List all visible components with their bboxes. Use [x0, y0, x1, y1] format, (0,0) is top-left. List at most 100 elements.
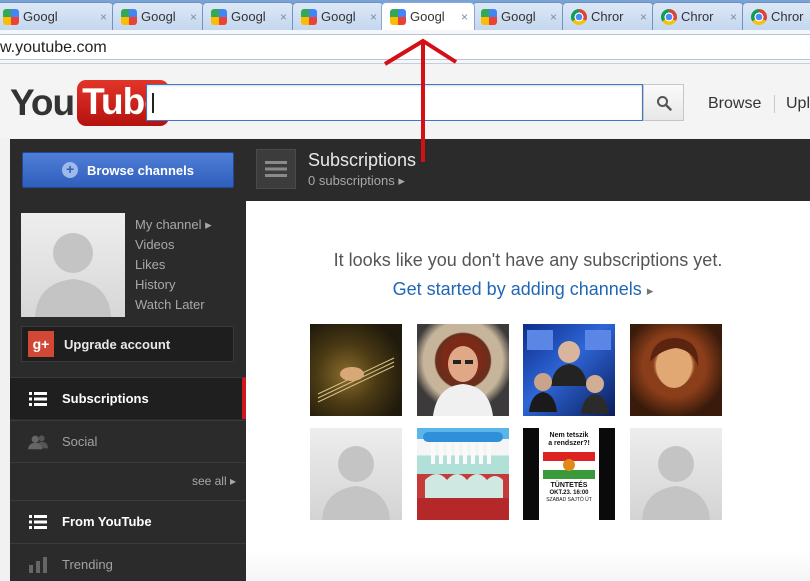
google-icon [301, 8, 317, 25]
poster-line: TÜNTETÉS [550, 482, 588, 489]
browser-tab[interactable]: Googl × [112, 2, 204, 30]
empty-state-message: It looks like you don't have any subscri… [333, 250, 723, 270]
channel-thumbnail[interactable] [523, 324, 615, 416]
list-icon [28, 514, 48, 529]
close-icon[interactable]: × [370, 10, 377, 24]
tab-label: Googl [23, 9, 58, 24]
flag-stripe-white [543, 459, 595, 471]
menu-icon [265, 161, 287, 177]
tab-label: Googl [321, 9, 356, 24]
tab-label: Googl [410, 9, 445, 24]
browser-tab[interactable]: Googl × [202, 2, 294, 30]
main-content: Subscriptions 0 subscriptions ▸ It looks… [246, 139, 810, 581]
menu-button[interactable] [256, 149, 296, 189]
tab-label: Chror [771, 9, 804, 24]
tab-label: Chror [591, 9, 624, 24]
subscriptions-header: Subscriptions 0 subscriptions ▸ [246, 139, 810, 201]
channel-thumbnail[interactable] [310, 324, 402, 416]
screenshot: Googl × Googl × Googl × Googl × Googl × … [0, 0, 810, 581]
browser-tab[interactable]: Chror [742, 2, 810, 30]
browser-tab-strip: Googl × Googl × Googl × Googl × Googl × … [0, 0, 810, 30]
channel-thumbnail[interactable]: Nem tetszik a rendszer?! TÜNTETÉS OKT.23… [523, 428, 615, 520]
address-bar: w.youtube.com [0, 30, 810, 64]
url-field[interactable]: w.youtube.com [0, 34, 810, 60]
chrome-icon [661, 8, 677, 25]
sidebar-item-label: Trending [62, 557, 113, 572]
search-icon [656, 95, 672, 111]
sidebar-item-label: From YouTube [62, 514, 152, 529]
guide-sidebar: + Browse channels My channel ▸ Videos Li… [10, 139, 246, 581]
page-title: Subscriptions [308, 150, 417, 170]
browse-channels-label: Browse channels [87, 162, 194, 178]
history-link[interactable]: History [135, 275, 212, 295]
close-icon[interactable]: × [640, 10, 647, 24]
sidebar-item-label: Subscriptions [62, 391, 149, 406]
subscription-count[interactable]: 0 subscriptions ▸ [308, 173, 405, 189]
browse-link[interactable]: Browse [708, 95, 761, 113]
poster-line: SZABAD SAJTÓ ÚT [546, 497, 592, 503]
upload-link[interactable]: Upl [786, 95, 810, 113]
flag-stripe-green [543, 470, 595, 479]
channel-thumbnail[interactable] [417, 324, 509, 416]
google-icon [481, 8, 497, 25]
browser-tab[interactable]: Chror × [562, 2, 654, 30]
see-all-link[interactable]: see all ▸ [192, 474, 236, 488]
browser-tab[interactable]: Googl × [292, 2, 384, 30]
avatar[interactable] [21, 213, 125, 317]
likes-link[interactable]: Likes [135, 255, 212, 275]
browser-tab[interactable]: Chror × [652, 2, 744, 30]
search-input[interactable] [147, 85, 642, 120]
default-user-icon [322, 446, 390, 520]
logo-you: You [10, 82, 75, 123]
poster-line: OKT.23. 16:00 [549, 490, 589, 496]
channel-thumbnail[interactable] [630, 428, 722, 520]
google-icon [211, 8, 227, 25]
plus-icon: + [62, 162, 79, 178]
google-plus-icon: g+ [28, 331, 54, 357]
youtube-logo[interactable]: You Tube [10, 80, 169, 126]
poster: Nem tetszik a rendszer?! TÜNTETÉS OKT.23… [539, 428, 599, 520]
chrome-icon [571, 8, 587, 25]
close-icon[interactable]: × [461, 10, 468, 24]
my-channel-link[interactable]: My channel ▸ [135, 215, 212, 235]
browser-tab-active[interactable]: Googl × [381, 2, 475, 30]
sidebar-item-trending[interactable]: Trending [10, 543, 246, 581]
close-icon[interactable]: × [730, 10, 737, 24]
youtube-header: You Tube Browse Upl [0, 64, 810, 138]
channel-thumbnail[interactable] [630, 324, 722, 416]
watch-later-link[interactable]: Watch Later [135, 295, 212, 315]
browser-tab[interactable]: Googl × [0, 2, 114, 30]
sidebar-item-social[interactable]: Social [10, 420, 246, 462]
bar-chart-icon [28, 556, 48, 573]
chrome-icon [751, 8, 767, 25]
sidebar-item-subscriptions[interactable]: Subscriptions [10, 377, 246, 419]
tab-label: Chror [681, 9, 714, 24]
url-text: w.youtube.com [0, 39, 107, 56]
google-icon [390, 8, 406, 25]
get-started-link[interactable]: Get started by adding channels ▸ [246, 279, 800, 300]
upgrade-account-button[interactable]: g+ Upgrade account [21, 326, 234, 362]
tab-label: Googl [231, 9, 266, 24]
list-icon [28, 391, 48, 406]
close-icon[interactable]: × [280, 10, 287, 24]
channel-thumbnail[interactable] [417, 428, 509, 520]
text-caret [152, 93, 154, 113]
videos-link[interactable]: Videos [135, 235, 212, 255]
tab-label: Googl [501, 9, 536, 24]
search-box[interactable] [146, 84, 643, 121]
close-icon[interactable]: × [550, 10, 557, 24]
channel-thumbnail[interactable] [310, 428, 402, 520]
close-icon[interactable]: × [100, 10, 107, 24]
people-icon [28, 434, 48, 450]
tab-label: Googl [141, 9, 176, 24]
google-icon [3, 8, 19, 25]
browser-tab[interactable]: Googl × [472, 2, 564, 30]
footer-fade [246, 549, 810, 581]
search-button[interactable] [643, 84, 684, 121]
close-icon[interactable]: × [190, 10, 197, 24]
poster-line: a rendszer?! [548, 440, 590, 447]
sidebar-item-from-youtube[interactable]: From YouTube [10, 500, 246, 542]
sidebar-item-label: Social [62, 434, 98, 449]
browse-channels-button[interactable]: + Browse channels [22, 152, 234, 188]
header-divider [774, 95, 775, 113]
